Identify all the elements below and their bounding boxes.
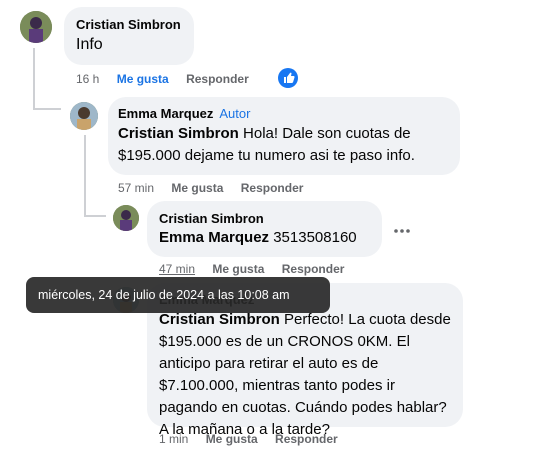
comment-time[interactable]: 47 min (159, 262, 195, 276)
comment-actions: 57 min Me gusta Responder (118, 181, 317, 195)
mention-link[interactable]: Cristian Simbron (118, 125, 239, 142)
comment-time[interactable]: 1 min (159, 432, 188, 446)
timestamp-tooltip: miércoles, 24 de julio de 2024 a las 10:… (26, 277, 330, 313)
comment-bubble: Emma Marquez Autor Cristian Simbron Hola!… (108, 97, 460, 175)
like-button[interactable]: Me gusta (171, 181, 223, 195)
comment-author[interactable]: Emma Marquez (118, 106, 213, 121)
thread-line (84, 135, 86, 217)
like-button[interactable]: Me gusta (117, 72, 169, 86)
mention-link[interactable]: Cristian Simbron (159, 311, 280, 328)
author-badge: Autor (219, 106, 251, 121)
comment-text: Info (76, 36, 103, 53)
avatar[interactable] (113, 205, 139, 231)
comment-author-row: Emma Marquez Autor (118, 106, 450, 121)
comment-text: Emma Marquez 3513508160 (159, 227, 370, 249)
reply-button[interactable]: Responder (282, 262, 345, 276)
comment-time[interactable]: 16 h (76, 72, 99, 86)
comment-body: 3513508160 (269, 229, 357, 246)
reply-button[interactable]: Responder (186, 72, 249, 86)
avatar[interactable] (70, 102, 98, 130)
mention-link[interactable]: Emma Marquez (159, 229, 269, 246)
comment-body: Perfecto! La cuota desde $195.000 es de … (159, 311, 451, 438)
thread-line (84, 215, 106, 217)
like-button[interactable]: Me gusta (206, 432, 258, 446)
comment-actions: 1 min Me gusta Responder (159, 432, 352, 446)
thread-line (33, 108, 61, 110)
thumbs-up-icon[interactable] (278, 68, 298, 88)
reply-button[interactable]: Responder (241, 181, 304, 195)
thread-line (33, 48, 35, 110)
comment-bubble: Cristian Simbron Emma Marquez 3513508160 (147, 201, 382, 257)
comment-time[interactable]: 57 min (118, 181, 154, 195)
comment-actions: 47 min Me gusta Responder (159, 262, 358, 276)
like-button[interactable]: Me gusta (212, 262, 264, 276)
more-options-icon[interactable] (394, 218, 410, 239)
avatar[interactable] (20, 11, 52, 43)
comment-actions: 16 h Me gusta Responder (76, 72, 263, 86)
comment-author[interactable]: Cristian Simbron (76, 17, 182, 32)
comment-bubble: Cristian Simbron Info (64, 7, 194, 65)
comment-text: Cristian Simbron Perfecto! La cuota desd… (159, 309, 451, 441)
reply-button[interactable]: Responder (275, 432, 338, 446)
comment-author[interactable]: Cristian Simbron (159, 211, 370, 226)
comment-text: Cristian Simbron Hola! Dale son cuotas d… (118, 123, 450, 167)
